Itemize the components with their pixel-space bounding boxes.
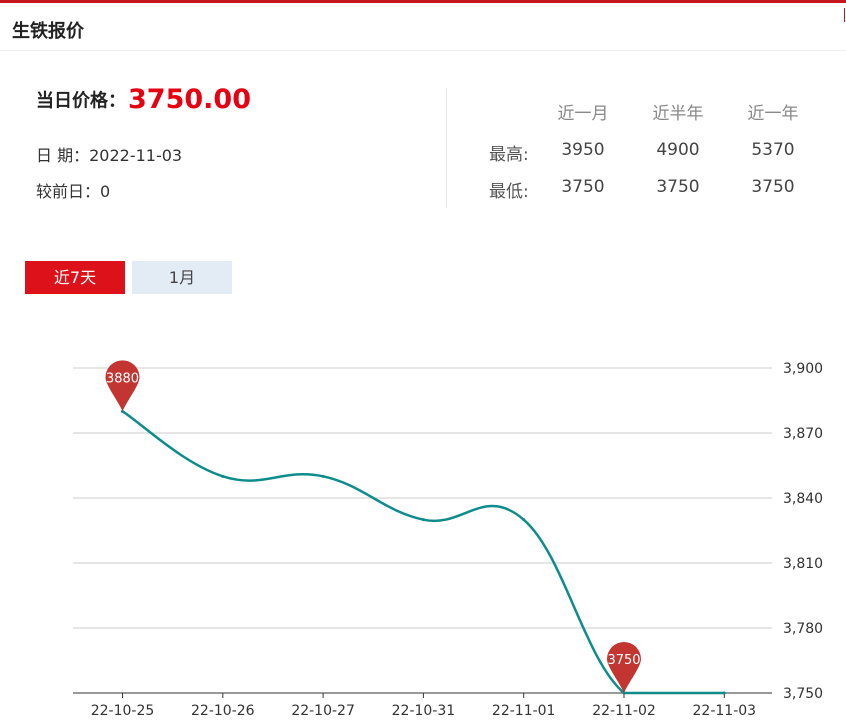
date-line: 日 期：2022-11-03: [36, 142, 182, 166]
stats-high-month: 3950: [561, 140, 605, 160]
date-label: 日 期：: [36, 146, 90, 165]
y-tick-label: 3,810: [783, 556, 823, 572]
y-tick-label: 3,870: [783, 426, 823, 442]
stats-row-high-label: 最高:: [489, 145, 529, 165]
y-tick-label: 3,750: [783, 686, 823, 702]
stats-high-year: 5370: [751, 140, 795, 160]
marker-label: 3750: [607, 653, 640, 668]
data-point: [421, 518, 425, 522]
date-value: 2022-11-03: [89, 146, 183, 165]
tab-1-month[interactable]: 1月: [132, 261, 232, 294]
stats-low-month: 3750: [561, 177, 605, 197]
price-line-chart: 3,750 3,780 3,810 3,840 3,870 3,900 22-10-25 22…: [73, 360, 823, 719]
stats-row-low-label: 最低:: [489, 182, 529, 202]
stats-header-year: 近一年: [747, 104, 799, 124]
x-tick-label: 22-10-25: [91, 703, 155, 719]
price-value: 3750.00: [128, 84, 251, 115]
marker-label: 3880: [106, 371, 139, 386]
current-price: 当日价格：3750.00: [36, 84, 251, 115]
page-header: 生铁报价: [0, 3, 846, 51]
data-point: [722, 691, 726, 695]
stats-header-half-year: 近半年: [652, 104, 704, 124]
y-tick-label: 3,900: [783, 361, 823, 377]
change-label: 较前日：: [36, 182, 101, 201]
stats-high-half-year: 4900: [656, 140, 700, 160]
x-tick-label: 22-11-03: [693, 703, 757, 719]
page-title: 生铁报价: [12, 21, 84, 42]
data-point: [221, 474, 225, 478]
stats-header-month: 近一月: [557, 104, 609, 124]
change-line: 较前日：0: [36, 178, 110, 202]
x-tick-label: 22-10-31: [392, 703, 456, 719]
change-value: 0: [100, 182, 111, 201]
stats-low-half-year: 3750: [656, 177, 700, 197]
data-point: [321, 474, 325, 478]
data-point: [522, 518, 526, 522]
x-tick-label: 22-10-27: [291, 703, 355, 719]
y-tick-label: 3,780: [783, 621, 823, 637]
price-label: 当日价格：: [36, 90, 126, 112]
y-tick-label: 3,840: [783, 491, 823, 507]
stats-low-year: 3750: [751, 177, 795, 197]
x-tick-label: 22-11-02: [592, 703, 656, 719]
tab-7-days[interactable]: 近7天: [25, 261, 125, 294]
x-tick-label: 22-11-01: [492, 703, 556, 719]
divider: [446, 88, 447, 208]
x-tick-label: 22-10-26: [191, 703, 255, 719]
